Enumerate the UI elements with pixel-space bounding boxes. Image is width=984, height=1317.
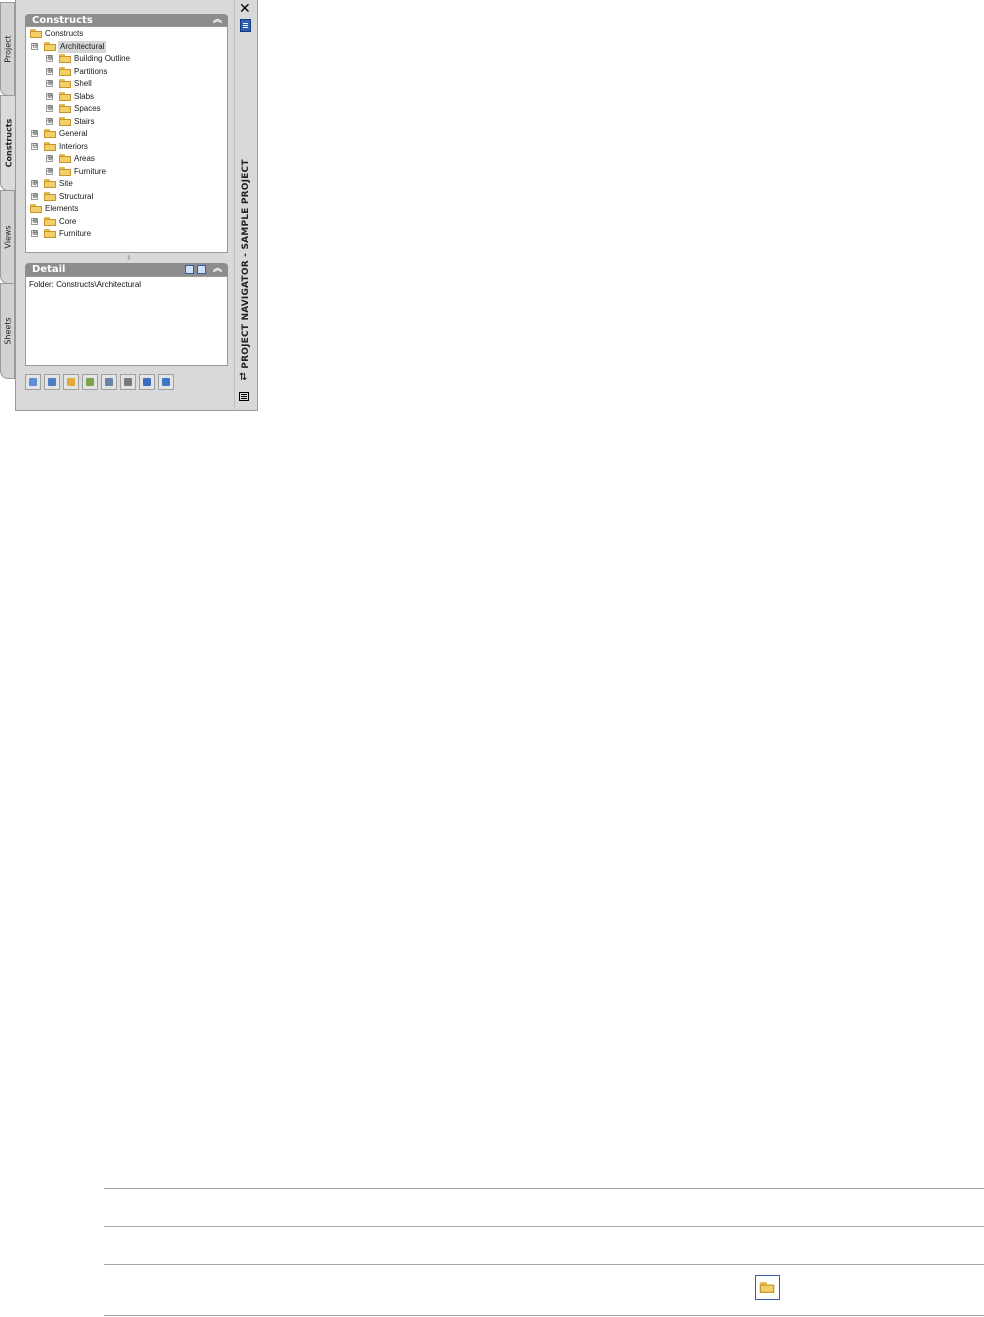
tab-sheets[interactable]: Sheets — [0, 283, 15, 379]
expand-icon[interactable]: ⊕ — [46, 68, 53, 75]
folder-icon — [59, 154, 71, 163]
expand-icon[interactable]: ⊕ — [46, 168, 53, 175]
folder-icon — [59, 67, 71, 76]
tab-constructs-label: Constructs — [4, 118, 14, 168]
palette-title: PROJECT NAVIGATOR - SAMPLE PROJECT — [241, 159, 251, 369]
detail-text: Folder: Constructs\Architectural — [29, 280, 142, 289]
folder-icon — [59, 92, 71, 101]
tab-views-label: Views — [3, 225, 12, 249]
folder-icon — [59, 117, 71, 126]
expand-icon[interactable]: ⊕ — [46, 155, 53, 162]
folder-icon — [59, 167, 71, 176]
folder-icon — [30, 29, 42, 38]
expand-icon[interactable]: ⊕ — [46, 118, 53, 125]
expand-icon[interactable]: ⊕ — [46, 80, 53, 87]
folder-icon — [44, 42, 56, 51]
folder-icon — [44, 229, 56, 238]
tab-views[interactable]: Views — [0, 190, 15, 284]
folder-icon — [44, 129, 56, 138]
legend-folder-icon-box — [755, 1275, 780, 1300]
folder-icon — [759, 1282, 775, 1293]
table-rule — [104, 1315, 984, 1316]
expand-icon[interactable]: ⊕ — [31, 130, 38, 137]
folder-icon — [44, 179, 56, 188]
constructs-tree[interactable]: Constructs ⊖ Architectural ⊕ Building Ou… — [25, 26, 228, 253]
expand-icon[interactable]: ⊕ — [31, 180, 38, 187]
xref-icon — [86, 378, 94, 386]
filter-button[interactable] — [101, 374, 117, 390]
table-button[interactable] — [120, 374, 136, 390]
add-construct-button[interactable] — [25, 374, 41, 390]
folder-icon — [59, 104, 71, 113]
tab-project[interactable]: Project — [0, 2, 15, 96]
palette-tab-strip: Project Constructs Views Sheets — [0, 0, 17, 412]
detail-section-header[interactable]: Detail ︽ — [25, 263, 228, 276]
collapse-chevron-icon[interactable]: ︽ — [213, 263, 222, 276]
expand-icon[interactable]: ⊕ — [46, 93, 53, 100]
detail-pane: Folder: Constructs\Architectural — [25, 276, 228, 366]
repath-button[interactable] — [158, 374, 174, 390]
expand-icon[interactable]: ⊕ — [31, 193, 38, 200]
splitter-handle-icon[interactable]: ⬍ — [126, 254, 132, 262]
properties-icon[interactable] — [240, 19, 251, 32]
add-element-icon — [48, 378, 56, 386]
expand-icon[interactable]: ⊕ — [46, 55, 53, 62]
expand-icon[interactable]: ⊕ — [31, 218, 38, 225]
palette-menu-icon[interactable] — [239, 392, 249, 401]
add-category-icon — [67, 378, 75, 386]
auto-hide-icon[interactable]: ⇅ — [239, 372, 247, 383]
detail-preview-icon[interactable] — [197, 265, 206, 274]
collapse-icon[interactable]: ⊖ — [31, 43, 38, 50]
add-construct-icon — [29, 378, 37, 386]
filter-icon — [105, 378, 113, 386]
repath-icon — [162, 378, 170, 386]
folder-icon — [44, 192, 56, 201]
table-rule — [104, 1226, 984, 1227]
palette-title-bar[interactable]: ✕ PROJECT NAVIGATOR - SAMPLE PROJECT ⇅ — [234, 0, 258, 411]
table-rule — [104, 1264, 984, 1265]
expand-icon[interactable]: ⊕ — [31, 230, 38, 237]
folder-icon — [44, 142, 56, 151]
collapse-icon[interactable]: ⊖ — [31, 143, 38, 150]
folder-icon — [30, 204, 42, 213]
tab-sheets-label: Sheets — [3, 317, 12, 345]
table-icon — [124, 378, 132, 386]
refresh-button[interactable] — [139, 374, 155, 390]
tab-project-label: Project — [3, 35, 12, 63]
project-navigator-palette: Project Constructs Views Sheets Construc… — [0, 0, 258, 412]
folder-icon — [59, 54, 71, 63]
add-category-button[interactable] — [63, 374, 79, 390]
refresh-icon — [143, 378, 151, 386]
close-icon[interactable]: ✕ — [239, 2, 251, 16]
xref-button[interactable] — [82, 374, 98, 390]
folder-icon — [44, 217, 56, 226]
detail-section-title: Detail — [32, 264, 66, 275]
expand-icon[interactable]: ⊕ — [46, 105, 53, 112]
detail-list-view-icon[interactable] — [185, 265, 194, 274]
table-rule — [104, 1188, 984, 1189]
add-element-button[interactable] — [44, 374, 60, 390]
constructs-section-title: Constructs — [32, 15, 93, 26]
palette-content: Constructs ︽ Constructs ⊖ Architectural … — [15, 0, 235, 411]
folder-icon — [59, 79, 71, 88]
